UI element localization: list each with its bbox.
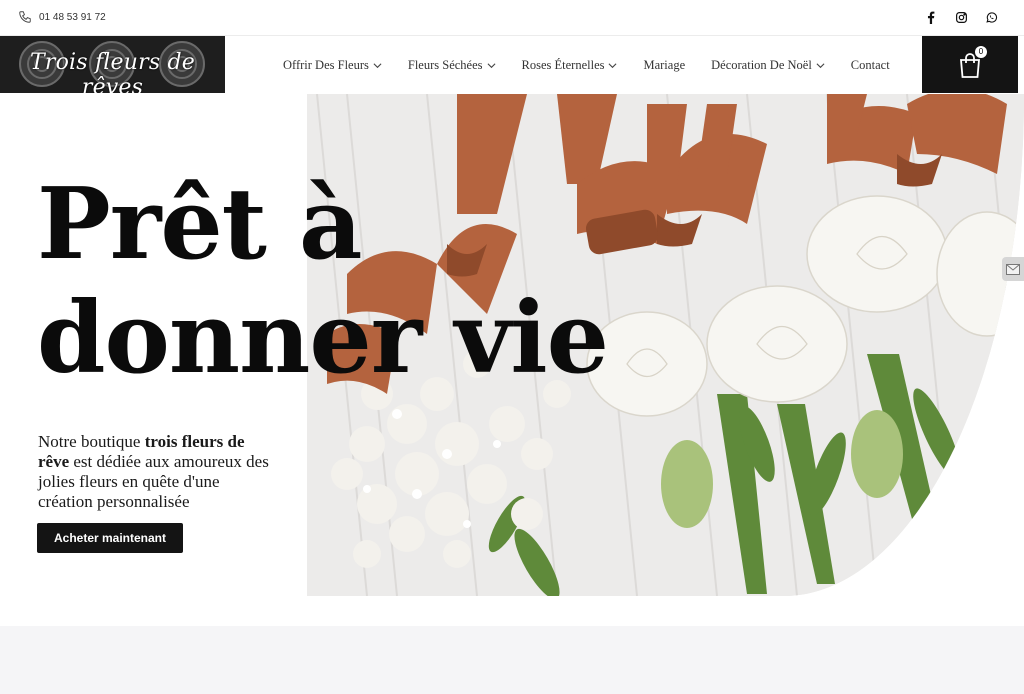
- chevron-down-icon: [373, 62, 382, 68]
- nav-item-label: Offrir Des Fleurs: [283, 57, 369, 72]
- nav-item-label: Mariage: [643, 57, 686, 72]
- hero-headline: Prêt à donner vie: [37, 168, 637, 396]
- headline-line-2: donner vie: [37, 281, 609, 396]
- nav-item-roses-eternelles[interactable]: Roses Éternelles: [522, 58, 618, 73]
- nav-item-label: Roses Éternelles: [521, 57, 605, 72]
- hero-intro-text: Notre boutique trois fleurs de rêve est …: [38, 432, 278, 512]
- nav-item-label: Fleurs Séchées: [407, 57, 483, 72]
- nav-item-mariage[interactable]: Mariage: [643, 58, 685, 73]
- nav-item-offrir-des-fleurs[interactable]: Offrir Des Fleurs: [283, 58, 382, 73]
- nav-item-contact[interactable]: Contact: [851, 58, 890, 73]
- logo-text: Trois fleurs de rêves: [29, 50, 196, 93]
- site-header: Trois fleurs de rêves Offrir Des Fleurs …: [0, 36, 1024, 94]
- whatsapp-icon[interactable]: [984, 10, 998, 24]
- main-nav: Offrir Des Fleurs Fleurs Séchées Roses É…: [283, 36, 916, 94]
- nav-item-decoration-de-noel[interactable]: Décoration De Noël: [711, 58, 825, 73]
- phone-icon: [19, 11, 31, 23]
- social-links: [924, 10, 998, 24]
- instagram-icon[interactable]: [954, 10, 968, 24]
- nav-item-label: Décoration De Noël: [711, 57, 812, 72]
- intro-text-end: est dédiée aux amoureux des jolies fleur…: [38, 452, 269, 511]
- cart-count-badge: 0: [975, 46, 987, 58]
- top-bar: 01 48 53 91 72: [0, 0, 1024, 36]
- next-section: [0, 626, 1024, 694]
- nav-item-fleurs-sechees[interactable]: Fleurs Séchées: [408, 58, 496, 73]
- site-logo[interactable]: Trois fleurs de rêves: [0, 36, 225, 93]
- headline-line-1: Prêt à: [37, 167, 363, 282]
- buy-now-button[interactable]: Acheter maintenant: [37, 523, 183, 553]
- intro-text-start: Notre boutique: [38, 432, 145, 451]
- nav-item-label: Contact: [850, 57, 890, 72]
- phone-link[interactable]: 01 48 53 91 72: [18, 10, 106, 24]
- facebook-icon[interactable]: [924, 10, 938, 24]
- chevron-down-icon: [487, 62, 495, 68]
- chevron-down-icon: [816, 62, 825, 68]
- phone-number: 01 48 53 91 72: [39, 11, 106, 23]
- cart-button[interactable]: 0: [922, 36, 1018, 93]
- side-mail-tab[interactable]: [1002, 257, 1024, 281]
- chevron-down-icon: [609, 62, 617, 68]
- mail-icon: [1006, 263, 1020, 275]
